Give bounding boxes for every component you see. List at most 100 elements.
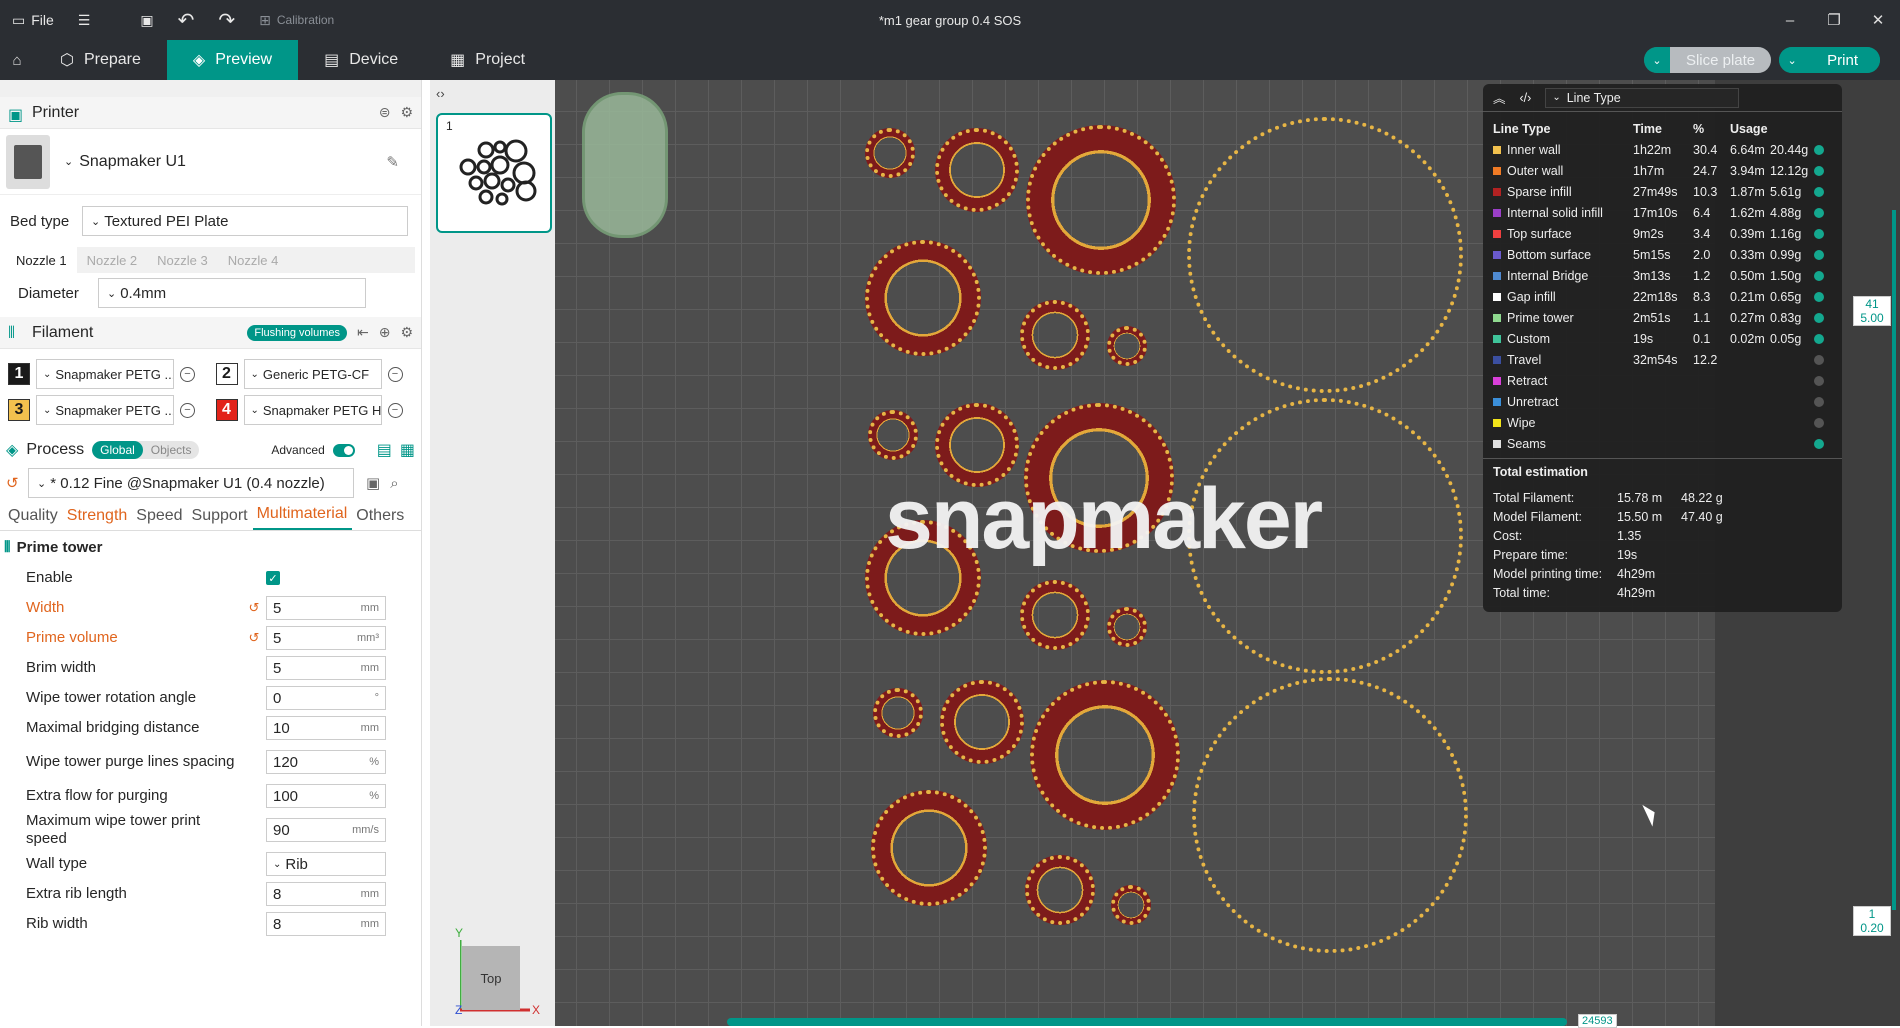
visibility-eye-icon[interactable] xyxy=(1814,207,1824,218)
gear-model[interactable] xyxy=(1107,607,1147,647)
save-profile-icon[interactable]: ▣ xyxy=(366,474,380,492)
legend-row[interactable]: Unretract xyxy=(1493,391,1832,412)
param-input[interactable]: 0 ° xyxy=(266,686,386,710)
param-input[interactable]: 5 mm xyxy=(266,596,386,620)
add-filament-icon[interactable]: ⊕ xyxy=(379,324,391,341)
menu-button[interactable]: ☰ xyxy=(66,12,103,29)
param-input[interactable]: 8 mm xyxy=(266,912,386,936)
remove-filament-icon[interactable]: − xyxy=(387,402,403,418)
param-input[interactable]: 120% xyxy=(266,750,386,774)
tab-strength[interactable]: Strength xyxy=(63,507,132,530)
tab-quality[interactable]: Quality xyxy=(4,507,63,530)
home-icon[interactable]: ⌂ xyxy=(0,40,34,80)
filament-select[interactable]: ⌄ Generic PETG-CF xyxy=(243,359,382,389)
gear-model[interactable] xyxy=(868,410,918,460)
legend-row[interactable]: Travel 32m54s 12.2 xyxy=(1493,349,1832,370)
filament-slot[interactable]: 1 ⌄ Snapmaker PETG ... − xyxy=(8,359,206,389)
file-menu[interactable]: ▭ File xyxy=(0,12,66,29)
tab-project[interactable]: ▦ Project xyxy=(424,40,551,80)
tab-preview[interactable]: ◈ Preview xyxy=(166,40,299,80)
gear-model[interactable] xyxy=(871,790,987,906)
filament-slot[interactable]: 3 ⌄ Snapmaker PETG ... − xyxy=(8,395,206,425)
diameter-select[interactable]: ⌄ 0.4mm xyxy=(98,278,366,308)
param-input[interactable]: 90 mm/s xyxy=(266,818,386,842)
gear-model[interactable] xyxy=(1111,885,1151,925)
connect-icon[interactable]: ⊜ xyxy=(379,104,391,121)
legend-row[interactable]: Seams xyxy=(1493,433,1832,454)
legend-row[interactable]: Gap infill 22m18s 8.3 0.21m 0.65g xyxy=(1493,286,1832,307)
visibility-eye-icon[interactable] xyxy=(1814,354,1824,365)
gear-model[interactable] xyxy=(865,240,981,356)
ring-gear-model[interactable] xyxy=(1190,675,1470,955)
printer-selector[interactable]: ⌄ Snapmaker U1 ✎ xyxy=(0,129,421,195)
visibility-eye-icon[interactable] xyxy=(1814,165,1824,176)
tab-nozzle-4[interactable]: Nozzle 4 xyxy=(218,247,289,273)
legend-row[interactable]: Sparse infill 27m49s 10.3 1.87m 5.61g xyxy=(1493,181,1832,202)
param-input[interactable]: ⌄ Rib xyxy=(266,852,386,876)
tab-support[interactable]: Support xyxy=(188,507,253,530)
legend-row[interactable]: Prime tower 2m51s 1.1 0.27m 0.83g xyxy=(1493,307,1832,328)
visibility-eye-icon[interactable] xyxy=(1814,270,1824,281)
gear-model[interactable] xyxy=(940,680,1024,764)
filament-color-swatch[interactable]: 3 xyxy=(8,399,30,421)
reset-icon[interactable]: ↺ xyxy=(6,474,28,492)
visibility-eye-icon[interactable] xyxy=(1814,438,1824,449)
filament-select[interactable]: ⌄ Snapmaker PETG ... xyxy=(36,395,174,425)
objects-list-icon[interactable]: ▦ xyxy=(400,440,415,460)
flushing-volumes-button[interactable]: Flushing volumes xyxy=(247,324,347,341)
ring-gear-model[interactable] xyxy=(1185,115,1465,395)
remove-filament-icon[interactable]: − xyxy=(180,402,195,418)
sync-icon[interactable]: ⇤ xyxy=(357,324,369,341)
legend-row[interactable]: Inner wall 1h22m 30.4 6.64m 20.44g xyxy=(1493,139,1832,160)
param-input[interactable]: 5 mm³ xyxy=(266,626,386,650)
collapse-icon[interactable]: ‹› xyxy=(436,86,445,101)
calibration-button[interactable]: ⊞ Calibration xyxy=(247,12,346,29)
gear-model[interactable] xyxy=(1025,855,1095,925)
chevron-down-icon[interactable]: ⌄ xyxy=(1779,47,1806,73)
legend-row[interactable]: Wipe xyxy=(1493,412,1832,433)
legend-row[interactable]: Retract xyxy=(1493,370,1832,391)
tab-multimaterial[interactable]: Multimaterial xyxy=(252,505,353,530)
view-type-select[interactable]: ⌄ Line Type xyxy=(1545,87,1740,108)
filament-color-swatch[interactable]: 4 xyxy=(215,399,238,421)
tab-nozzle-1[interactable]: Nozzle 1 xyxy=(6,247,77,273)
layer-slider[interactable] xyxy=(1892,210,1896,910)
collapse-legend-icon[interactable]: ︽ xyxy=(1493,88,1506,107)
tab-nozzle-2[interactable]: Nozzle 2 xyxy=(77,247,148,273)
print-button[interactable]: ⌄ Print xyxy=(1779,47,1880,73)
scope-objects[interactable]: Objects xyxy=(143,441,200,459)
layer-bottom-label[interactable]: 1 0.20 xyxy=(1853,906,1891,936)
param-input[interactable]: 5 mm xyxy=(266,656,386,680)
legend-row[interactable]: Bottom surface 5m15s 2.0 0.33m 0.99g xyxy=(1493,244,1832,265)
visibility-eye-icon[interactable] xyxy=(1814,375,1824,386)
legend-row[interactable]: Top surface 9m2s 3.4 0.39m 1.16g xyxy=(1493,223,1832,244)
chevron-down-icon[interactable]: ⌄ xyxy=(1643,47,1670,73)
gear-model[interactable] xyxy=(1020,300,1090,370)
tab-device[interactable]: ▤ Device xyxy=(298,40,424,80)
edit-icon[interactable]: ✎ xyxy=(386,153,399,171)
filament-select[interactable]: ⌄ Snapmaker PETG ... xyxy=(36,359,174,389)
reset-value-icon[interactable]: ↺ xyxy=(242,600,266,616)
scope-toggle[interactable]: Global Objects xyxy=(92,441,200,459)
settings-icon[interactable]: ⚙ xyxy=(400,104,413,121)
gear-model[interactable] xyxy=(935,128,1019,212)
remove-filament-icon[interactable]: − xyxy=(180,366,195,382)
tab-prepare[interactable]: ⬡ Prepare xyxy=(34,40,167,80)
layer-top-label[interactable]: 41 5.00 xyxy=(1853,296,1891,326)
legend-row[interactable]: Internal solid infill 17m10s 6.4 1.62m 4… xyxy=(1493,202,1832,223)
visibility-eye-icon[interactable] xyxy=(1814,144,1824,155)
visibility-eye-icon[interactable] xyxy=(1814,186,1824,197)
search-icon[interactable]: ⌕ xyxy=(390,475,398,492)
visibility-eye-icon[interactable] xyxy=(1814,312,1824,323)
filament-color-swatch[interactable]: 1 xyxy=(8,363,30,385)
tab-nozzle-3[interactable]: Nozzle 3 xyxy=(147,247,218,273)
redo-button[interactable]: ↷ xyxy=(206,8,247,33)
compare-icon[interactable]: ▤ xyxy=(377,440,392,460)
filament-select[interactable]: ⌄ Snapmaker PETG HF xyxy=(243,395,382,425)
gcode-icon[interactable]: ‹/› xyxy=(1520,91,1532,105)
visibility-eye-icon[interactable] xyxy=(1814,396,1824,407)
close-icon[interactable]: ✕ xyxy=(1856,0,1900,40)
minimize-icon[interactable]: – xyxy=(1768,0,1812,40)
legend-row[interactable]: Outer wall 1h7m 24.7 3.94m 12.12g xyxy=(1493,160,1832,181)
process-profile-select[interactable]: ⌄ * 0.12 Fine @Snapmaker U1 (0.4 nozzle) xyxy=(28,468,354,498)
